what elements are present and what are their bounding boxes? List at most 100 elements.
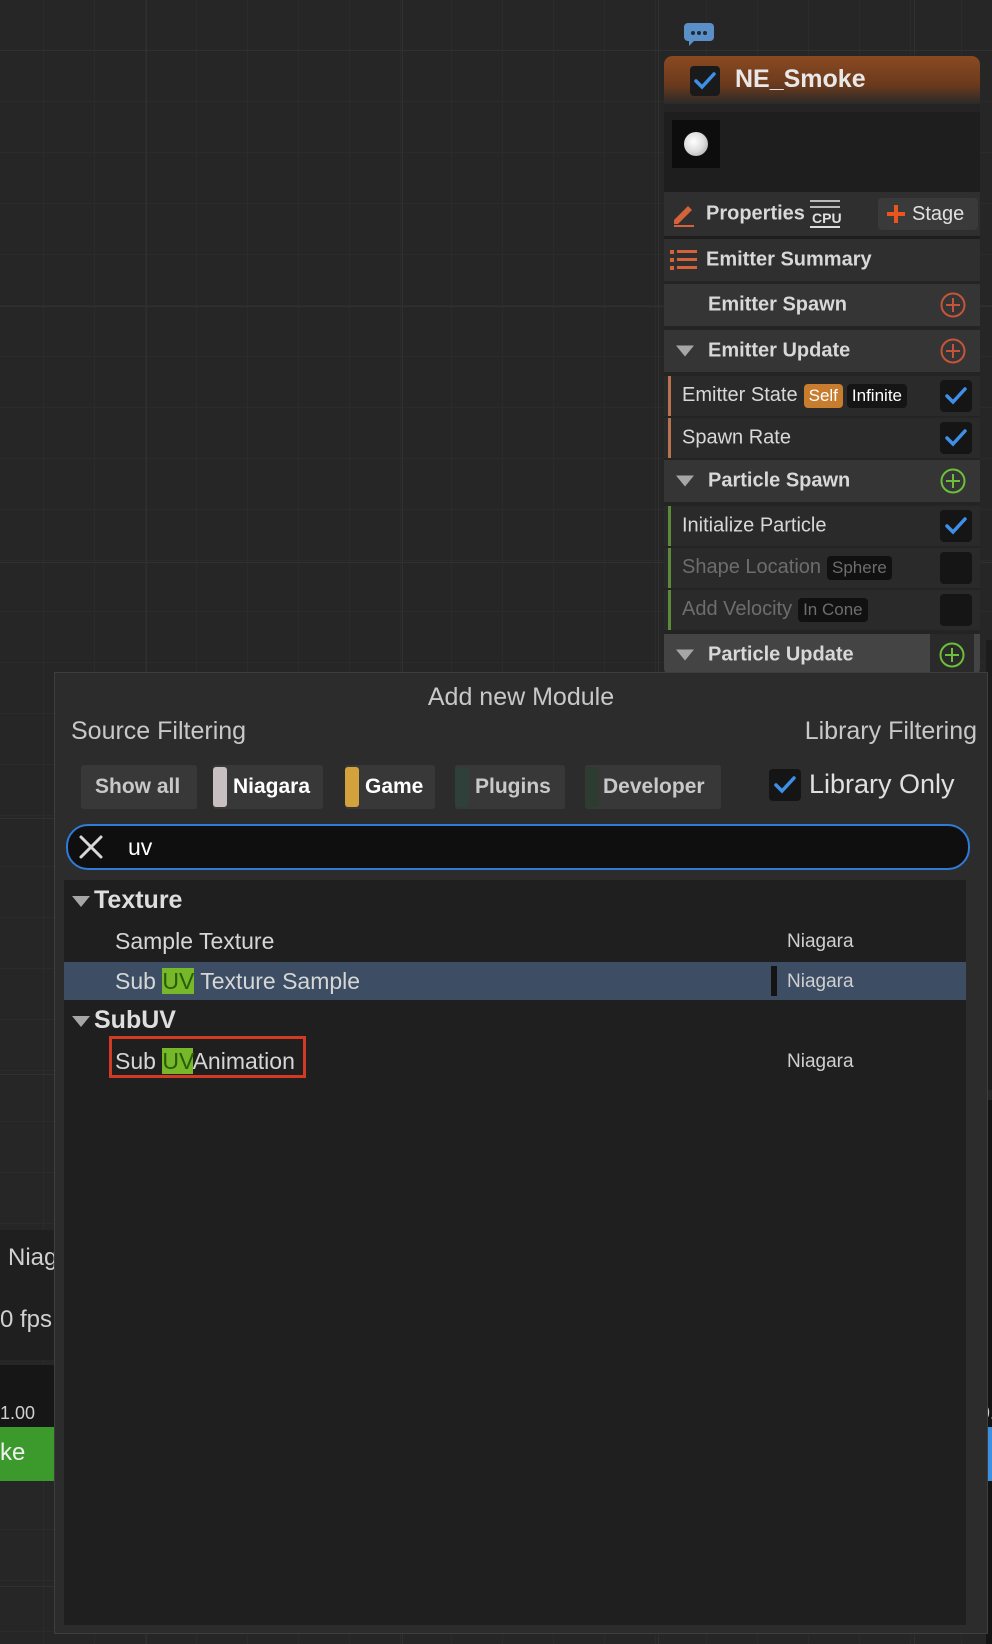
filter-plugins[interactable]: Plugins [455,765,565,809]
filter-label: Developer [603,775,705,798]
collapse-arrow-icon[interactable] [676,345,694,357]
check-icon [694,72,716,90]
module-strip [668,506,671,546]
add-module-popup[interactable]: Add new Module Source Filtering Library … [54,672,988,1634]
module-enable-checkbox[interactable] [940,422,972,454]
add-module-icon[interactable] [940,338,966,364]
emitter-spawn-label: Emitter Spawn [708,293,847,316]
filter-color-bar [585,767,599,807]
module-emitter-state[interactable]: Emitter State Self Infinite [664,376,980,416]
collapse-arrow-icon[interactable] [72,896,90,907]
infinite-tag: Infinite [846,384,907,408]
module-strip [668,590,671,630]
self-tag: Self [803,384,843,408]
fps-fragment: 0 fps [0,1306,53,1333]
emitter-summary-row[interactable]: Emitter Summary [664,239,980,281]
filter-color-bar [213,767,227,807]
category-label: SubUV [94,1006,176,1034]
stage-label: Stage [912,203,965,225]
library-only-label[interactable]: Library Only [809,769,955,800]
category-texture[interactable]: Texture [64,882,966,918]
filter-color-bar [345,767,359,807]
filter-show-all[interactable]: Show all [81,765,197,809]
check-icon [774,776,796,794]
item-source: Niagara [787,931,854,952]
result-item-sub-uv-texture-sample[interactable]: Sub UV Texture Sample Niagara [64,962,966,1000]
item-label: Sub UV Texture Sample [115,968,361,994]
add-module-icon[interactable] [940,292,966,318]
item-source: Niagara [787,971,854,992]
filter-niagara[interactable]: Niagara [213,765,323,809]
category-label: Texture [94,886,183,914]
filter-developer[interactable]: Developer [585,765,721,809]
timeline-ruler: 1.00 [0,1365,54,1427]
filter-label: Game [365,775,424,798]
check-icon [945,517,967,535]
time-left-label: 1.00 [0,1403,36,1423]
module-shape-location[interactable]: Shape Location Sphere [664,548,980,588]
collapse-arrow-icon[interactable] [72,1016,90,1027]
emitter-enable-checkbox[interactable] [690,66,720,96]
module-enable-checkbox[interactable] [940,552,972,584]
module-results-list[interactable]: Texture Sample Texture Niagara Sub UV Te… [64,880,966,1625]
module-search-box[interactable] [66,824,970,870]
add-module-button[interactable] [930,634,974,676]
add-module-icon [939,642,965,668]
module-enable-checkbox[interactable] [940,510,972,542]
collapse-arrow-icon[interactable] [676,475,694,487]
particle-spawn-section[interactable]: Particle Spawn [664,460,980,502]
filter-label: Plugins [475,775,551,798]
module-spawn-rate[interactable]: Spawn Rate [664,418,980,458]
timeline-track-header: Niag 0 fps [0,1230,57,1360]
cpu-label: CPU [812,210,842,226]
result-item-sub-uv-animation[interactable]: Sub UVAnimation Niagara [64,1036,966,1080]
particle-spawn-label: Particle Spawn [676,470,850,493]
properties-row[interactable]: Properties CPU Stage [664,192,980,236]
plus-icon [887,205,905,223]
filter-label: Show all [95,775,181,798]
in-cone-tag: In Cone [798,598,868,622]
category-subuv[interactable]: SubUV [64,1002,966,1038]
particle-update-label: Particle Update [676,644,854,667]
particle-update-section[interactable]: Particle Update [664,634,980,676]
emitter-spawn-section[interactable]: Emitter Spawn [664,284,980,326]
filter-game[interactable]: Game [345,765,435,809]
search-highlight: UV [162,968,195,994]
result-item-sample-texture[interactable]: Sample Texture Niagara [64,922,966,960]
module-enable-checkbox[interactable] [940,380,972,412]
item-label: Sample Texture [115,928,275,954]
module-strip [668,548,671,588]
module-label: Emitter State Self Infinite [682,384,907,408]
clear-search-icon[interactable] [78,834,104,860]
track-bar-label: ke [0,1439,26,1466]
source-filtering-label: Source Filtering [71,717,247,745]
emitter-thumbnail[interactable] [672,120,720,168]
check-icon [945,429,967,447]
list-icon [670,250,697,270]
emitter-node[interactable]: NE_Smoke Properties CPU Stage Emitter Su… [664,56,980,676]
emitter-update-label: Emitter Update [676,340,850,363]
search-input[interactable] [128,826,948,868]
module-label: Shape Location Sphere [682,556,892,580]
collapse-arrow-icon[interactable] [676,649,694,661]
timeline-track-bar[interactable]: ke [0,1427,54,1481]
module-label: Spawn Rate [682,426,791,449]
emitter-node-header[interactable]: NE_Smoke [664,56,980,104]
add-module-icon[interactable] [940,468,966,494]
emitter-title: NE_Smoke [735,65,866,93]
library-only-checkbox[interactable] [769,769,801,801]
item-source: Niagara [787,1051,854,1072]
sphere-tag: Sphere [827,556,892,580]
library-filtering-label: Library Filtering [804,717,977,745]
module-add-velocity[interactable]: Add Velocity In Cone [664,590,980,630]
module-enable-checkbox[interactable] [940,594,972,626]
comment-icon[interactable] [683,22,715,46]
emitter-update-section[interactable]: Emitter Update [664,330,980,372]
particle-preview-icon [684,132,708,156]
add-stage-button[interactable]: Stage [878,198,978,230]
annotation-highlight-box [109,1036,306,1078]
module-strip [668,376,671,416]
emitter-summary-label: Emitter Summary [706,248,872,271]
module-initialize-particle[interactable]: Initialize Particle [664,506,980,546]
module-strip [668,418,671,458]
